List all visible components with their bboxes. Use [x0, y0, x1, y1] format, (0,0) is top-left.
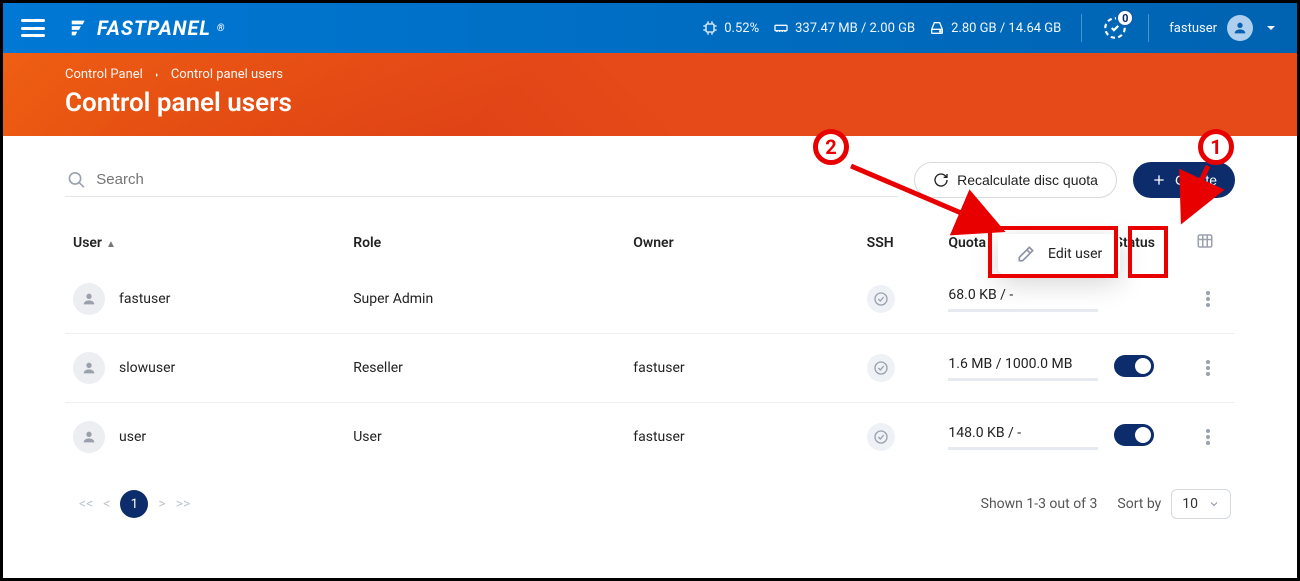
tasks-icon[interactable]: 0 — [1102, 15, 1128, 41]
quota-text: 68.0 KB / - — [948, 287, 1098, 303]
user-name: user — [119, 429, 146, 445]
ssh-status-icon — [867, 423, 895, 451]
user-name: slowuser — [119, 360, 175, 376]
page-last[interactable]: >> — [176, 496, 191, 512]
ssh-status-icon — [867, 285, 895, 313]
row-actions-button[interactable] — [1196, 354, 1220, 382]
page-header: Control Panel Control panel users Contro… — [3, 53, 1297, 136]
divider — [1148, 14, 1149, 42]
content-area: 2 1 Edit user Recalculate disc quota Cre… — [3, 136, 1297, 547]
table-row: user Userfastuser 148.0 KB / - — [65, 403, 1235, 472]
page-current[interactable]: 1 — [120, 490, 148, 518]
menu-icon[interactable] — [21, 19, 45, 37]
page-prev[interactable]: < — [103, 496, 110, 512]
col-owner[interactable]: Owner — [625, 222, 858, 265]
row-actions-button[interactable] — [1196, 423, 1220, 451]
quota-bar — [948, 378, 1098, 381]
page-size-select[interactable]: 10 — [1171, 489, 1231, 519]
table-footer: << < 1 > >> Shown 1-3 out of 3 Sort by 1… — [65, 471, 1235, 537]
tasks-badge: 0 — [1116, 9, 1134, 27]
quota-bar — [948, 447, 1098, 450]
username-label: fastuser — [1169, 21, 1217, 36]
create-button[interactable]: Create — [1133, 162, 1235, 198]
top-bar: FASTPANEL ® 0.52% 337.47 MB / 2.00 GB 2.8… — [3, 3, 1297, 53]
breadcrumb-root[interactable]: Control Panel — [65, 67, 143, 82]
search-input[interactable] — [96, 171, 896, 188]
ssh-status-icon — [867, 354, 895, 382]
role-cell: Reseller — [345, 334, 625, 403]
page-first[interactable]: << — [79, 496, 93, 512]
breadcrumb: Control Panel Control panel users — [65, 67, 1235, 82]
recalculate-quota-button[interactable]: Recalculate disc quota — [914, 162, 1117, 198]
pagination: << < 1 > >> — [79, 490, 190, 518]
col-user[interactable]: User▲ — [65, 222, 345, 265]
table-row: slowuser Resellerfastuser 1.6 MB / 1000.0 … — [65, 334, 1235, 403]
recalculate-label: Recalculate disc quota — [957, 172, 1098, 188]
brand-logo[interactable]: FASTPANEL ® — [69, 16, 226, 40]
divider — [1081, 14, 1082, 42]
brand-text: FASTPANEL — [97, 16, 211, 40]
sort-asc-icon: ▲ — [106, 239, 116, 250]
user-menu[interactable]: fastuser — [1169, 15, 1279, 41]
annotation-one: 1 — [1198, 129, 1234, 165]
chevron-down-icon — [1263, 20, 1279, 36]
page-size-value: 10 — [1182, 496, 1198, 512]
cpu-value: 0.52% — [724, 21, 759, 36]
breadcrumb-current: Control panel users — [171, 67, 283, 82]
columns-icon — [1196, 232, 1214, 250]
quota-text: 148.0 KB / - — [948, 425, 1098, 441]
status-toggle[interactable] — [1114, 355, 1154, 377]
status-toggle[interactable] — [1114, 424, 1154, 446]
annotation-box-kebab — [1128, 226, 1168, 278]
brand-mark: ® — [217, 23, 226, 34]
sort-by-label: Sort by — [1117, 496, 1161, 512]
plus-icon — [1151, 172, 1167, 188]
user-avatar-icon — [73, 352, 105, 384]
user-avatar-icon — [73, 283, 105, 315]
create-label: Create — [1175, 172, 1217, 188]
disk-stat: 2.80 GB / 14.64 GB — [929, 20, 1061, 36]
cpu-stat: 0.52% — [702, 20, 759, 36]
owner-cell — [625, 265, 858, 334]
user-name: fastuser — [119, 291, 170, 307]
role-cell: Super Admin — [345, 265, 625, 334]
role-cell: User — [345, 403, 625, 472]
row-actions-button[interactable] — [1196, 285, 1220, 313]
owner-cell: fastuser — [625, 334, 858, 403]
refresh-icon — [933, 172, 949, 188]
ram-value: 337.47 MB / 2.00 GB — [795, 21, 915, 36]
col-role[interactable]: Role — [345, 222, 625, 265]
search-input-wrap[interactable] — [65, 164, 898, 197]
toolbar: Recalculate disc quota Create — [65, 162, 1235, 198]
col-ssh[interactable]: SSH — [859, 222, 941, 265]
ram-stat: 337.47 MB / 2.00 GB — [773, 20, 915, 36]
user-avatar-icon — [73, 421, 105, 453]
quota-bar — [948, 309, 1098, 312]
annotation-two: 2 — [813, 129, 849, 165]
chevron-down-icon — [1208, 498, 1220, 510]
page-title: Control panel users — [65, 88, 1235, 118]
owner-cell: fastuser — [625, 403, 858, 472]
chevron-right-icon — [153, 71, 161, 79]
page-next[interactable]: > — [158, 496, 165, 512]
avatar-icon — [1227, 15, 1253, 41]
shown-text: Shown 1-3 out of 3 — [981, 496, 1098, 512]
disk-value: 2.80 GB / 14.64 GB — [951, 21, 1061, 36]
quota-text: 1.6 MB / 1000.0 MB — [948, 356, 1098, 372]
search-icon — [67, 170, 86, 190]
col-settings[interactable] — [1188, 222, 1235, 265]
annotation-box-tooltip — [988, 226, 1118, 278]
